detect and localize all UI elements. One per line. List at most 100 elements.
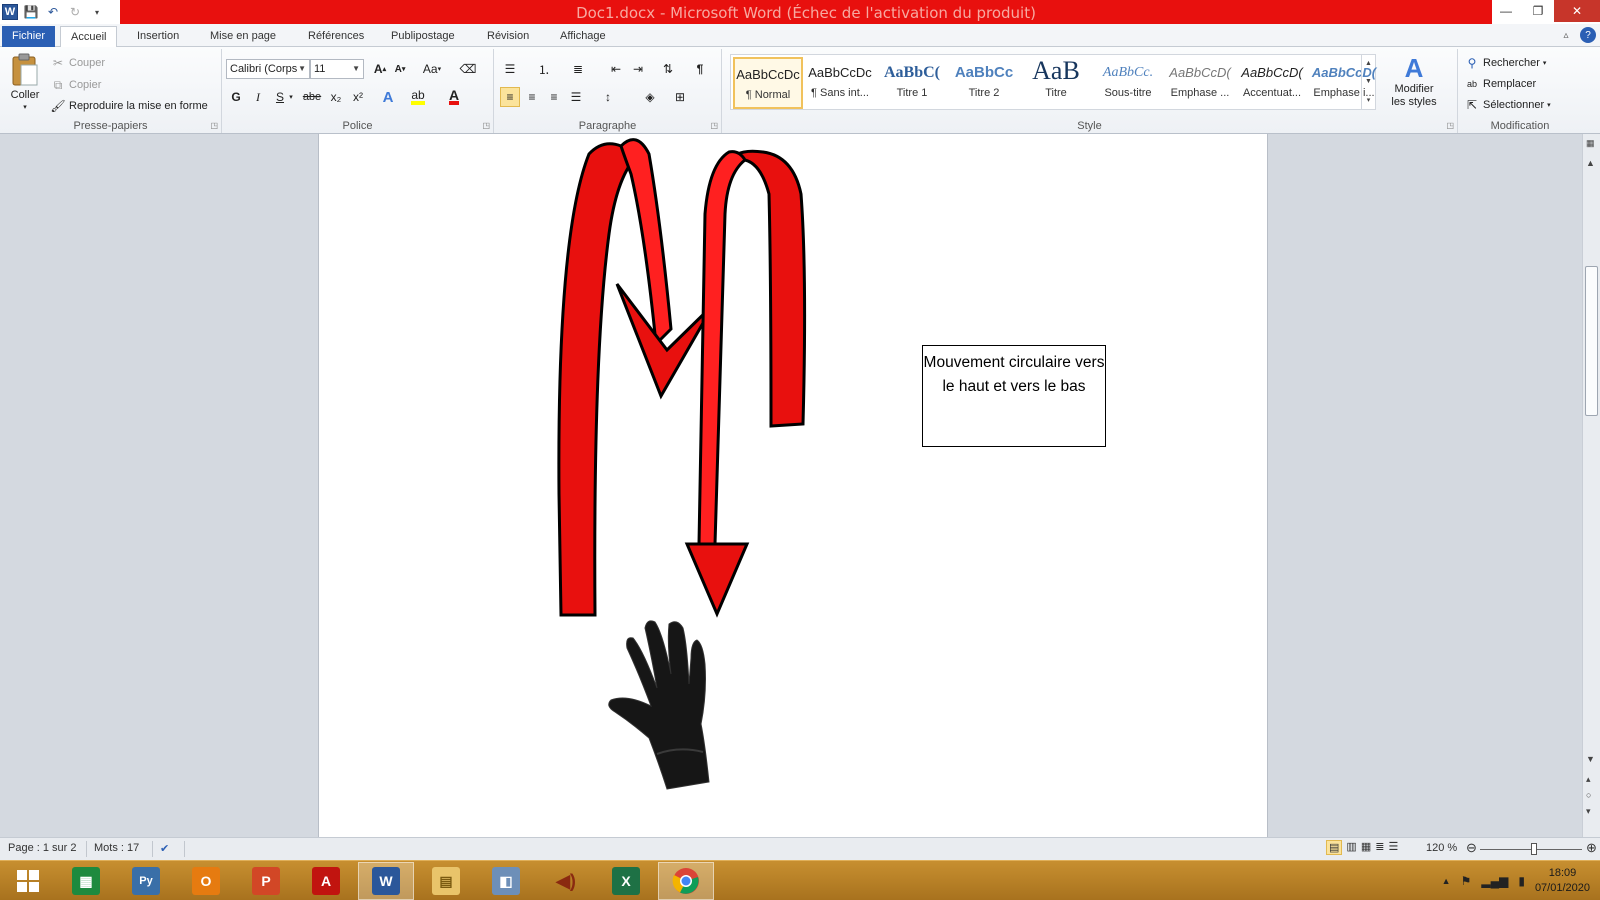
style-emphase-pale[interactable]: AaBbCcD( Emphase ... (1165, 57, 1235, 109)
close-button[interactable]: ✕ (1554, 0, 1600, 22)
style-sous-titre[interactable]: AaBbCc. Sous-titre (1093, 57, 1163, 109)
align-center-icon[interactable]: ≡ (522, 87, 542, 107)
font-name-combo[interactable]: Calibri (Corps ▼ (226, 59, 310, 79)
word-count[interactable]: Mots : 17 (94, 842, 139, 854)
highlight-icon[interactable]: ab (408, 87, 428, 107)
next-page-icon[interactable]: ▾ (1586, 806, 1591, 817)
numbering-icon[interactable]: ⒈ (534, 59, 554, 79)
clock[interactable]: 18:09 07/01/2020 (1535, 866, 1590, 896)
increase-indent-icon[interactable]: ⇥ (628, 59, 648, 79)
taskbar-powerpoint[interactable]: P (238, 862, 294, 900)
bold-button[interactable]: G (226, 87, 246, 107)
format-painter-button[interactable]: 🖌 Reproduire la mise en forme (50, 98, 207, 114)
zoom-in-icon[interactable]: ⊕ (1586, 840, 1597, 856)
circular-arrows-graphic[interactable] (549, 134, 839, 624)
style-titre-1[interactable]: AaBbC( Titre 1 (877, 57, 947, 109)
taskbar-acrobat[interactable]: A (298, 862, 354, 900)
gallery-more-icon[interactable]: ▾ (1367, 96, 1371, 104)
cut-button[interactable]: ✂ Couper (50, 55, 105, 71)
flag-icon[interactable]: ⚑ (1461, 874, 1472, 888)
tab-affichage[interactable]: Affichage (550, 26, 616, 47)
superscript-button[interactable]: x² (348, 87, 368, 107)
gallery-down-icon[interactable]: ▼ (1365, 78, 1372, 85)
outline-icon[interactable]: ≣ (1375, 840, 1384, 855)
align-right-icon[interactable]: ≡ (544, 87, 564, 107)
tab-publipostage[interactable]: Publipostage (381, 26, 465, 47)
multilevel-list-icon[interactable]: ≣ (568, 59, 588, 79)
taskbar-photos[interactable]: ◧ (478, 862, 534, 900)
help-icon[interactable]: ? (1580, 27, 1596, 43)
justify-icon[interactable]: ☰ (566, 87, 586, 107)
taskbar-python[interactable]: Py (118, 862, 174, 900)
customize-qat-icon[interactable]: ▾ (88, 3, 106, 21)
text-effects-icon[interactable]: A (378, 87, 398, 107)
decrease-indent-icon[interactable]: ⇤ (606, 59, 626, 79)
find-button[interactable]: ⚲ Rechercher ▾ (1464, 55, 1547, 71)
gallery-up-icon[interactable]: ▲ (1365, 60, 1372, 67)
style-sans-interligne[interactable]: AaBbCcDc ¶ Sans int... (805, 57, 875, 109)
ruler-toggle-icon[interactable]: ▦ (1586, 138, 1595, 149)
align-left-icon[interactable]: ≡ (500, 87, 520, 107)
change-case-button[interactable]: Aa ▾ (418, 59, 446, 79)
redo-icon[interactable]: ↻ (66, 3, 84, 21)
bullets-icon[interactable]: ☰ (500, 59, 520, 79)
grow-font-button[interactable]: A ▴ (370, 59, 390, 79)
zoom-level[interactable]: 120 % (1426, 842, 1457, 854)
scroll-thumb[interactable] (1585, 266, 1598, 416)
tab-revision[interactable]: Révision (477, 26, 539, 47)
tab-fichier[interactable]: Fichier (2, 26, 56, 47)
replace-button[interactable]: ab Remplacer (1464, 76, 1536, 92)
style-titre[interactable]: AaB Titre (1021, 57, 1091, 109)
scroll-down-icon[interactable]: ▼ (1586, 754, 1595, 764)
glove-image[interactable] (597, 614, 727, 794)
zoom-out-icon[interactable]: ⊖ (1466, 840, 1477, 856)
zoom-slider-thumb[interactable] (1530, 843, 1537, 855)
taskbar-file-explorer[interactable]: ▤ (418, 862, 474, 900)
restore-button[interactable]: ❐ (1522, 0, 1554, 22)
web-layout-icon[interactable]: ▦ (1361, 840, 1371, 855)
proofing-icon[interactable]: ✔ (160, 842, 169, 855)
taskbar-word[interactable]: W (358, 862, 414, 900)
shading-icon[interactable]: ◈ (640, 87, 660, 107)
clear-formatting-icon[interactable]: ⌫ (458, 59, 478, 79)
draft-icon[interactable]: ☰ (1388, 840, 1398, 855)
shrink-font-button[interactable]: A ▾ (390, 59, 410, 79)
save-icon[interactable]: 💾 (22, 3, 40, 21)
show-formatting-icon[interactable]: ¶ (690, 59, 710, 79)
copy-button[interactable]: ⧉ Copier (50, 77, 102, 93)
battery-icon[interactable]: ▮ (1518, 874, 1525, 888)
paste-button[interactable]: Coller ▾ (6, 53, 44, 111)
print-layout-icon[interactable]: ▤ (1326, 840, 1343, 855)
tab-accueil[interactable]: Accueil (60, 26, 118, 48)
previous-page-icon[interactable]: ▴ (1586, 774, 1591, 785)
taskbar-store[interactable]: ▦ (58, 862, 114, 900)
tab-mise-en-page[interactable]: Mise en page (200, 26, 286, 47)
strikethrough-button[interactable]: abe (300, 87, 324, 107)
scroll-up-icon[interactable]: ▲ (1586, 158, 1595, 168)
style-accentuation[interactable]: AaBbCcD( Accentuat... (1237, 57, 1307, 109)
minimize-ribbon-icon[interactable]: ▵ (1558, 27, 1574, 43)
line-spacing-icon[interactable]: ↕ (598, 87, 618, 107)
document-page[interactable]: Mouvement circulaire vers le haut et ver… (318, 134, 1268, 837)
taskbar-audio[interactable]: ◀) (538, 862, 594, 900)
start-button[interactable] (0, 862, 56, 900)
select-button[interactable]: ⇱ Sélectionner ▾ (1464, 97, 1551, 113)
taskbar-chrome[interactable] (658, 862, 714, 900)
style-titre-2[interactable]: AaBbCc Titre 2 (949, 57, 1019, 109)
taskbar-excel[interactable]: X (598, 862, 654, 900)
tab-insertion[interactable]: Insertion (127, 26, 189, 47)
paragraph-launcher-icon[interactable]: ◳ (710, 121, 718, 130)
full-screen-reading-icon[interactable]: ▥ (1346, 840, 1356, 855)
subscript-button[interactable]: x₂ (326, 87, 346, 107)
font-color-icon[interactable]: A (444, 87, 464, 107)
minimize-button[interactable]: — (1490, 0, 1522, 22)
styles-launcher-icon[interactable]: ◳ (1446, 121, 1454, 130)
change-styles-button[interactable]: A Modifier les styles (1384, 53, 1444, 109)
font-launcher-icon[interactable]: ◳ (482, 121, 490, 130)
font-size-combo[interactable]: 11 ▼ (310, 59, 364, 79)
sort-icon[interactable]: ⇅ (658, 59, 678, 79)
underline-dropdown-icon[interactable]: ▾ (286, 87, 296, 107)
style-normal[interactable]: AaBbCcDc ¶ Normal (733, 57, 803, 109)
tray-expand-icon[interactable]: ▲ (1442, 876, 1451, 886)
clipboard-launcher-icon[interactable]: ◳ (210, 121, 218, 130)
